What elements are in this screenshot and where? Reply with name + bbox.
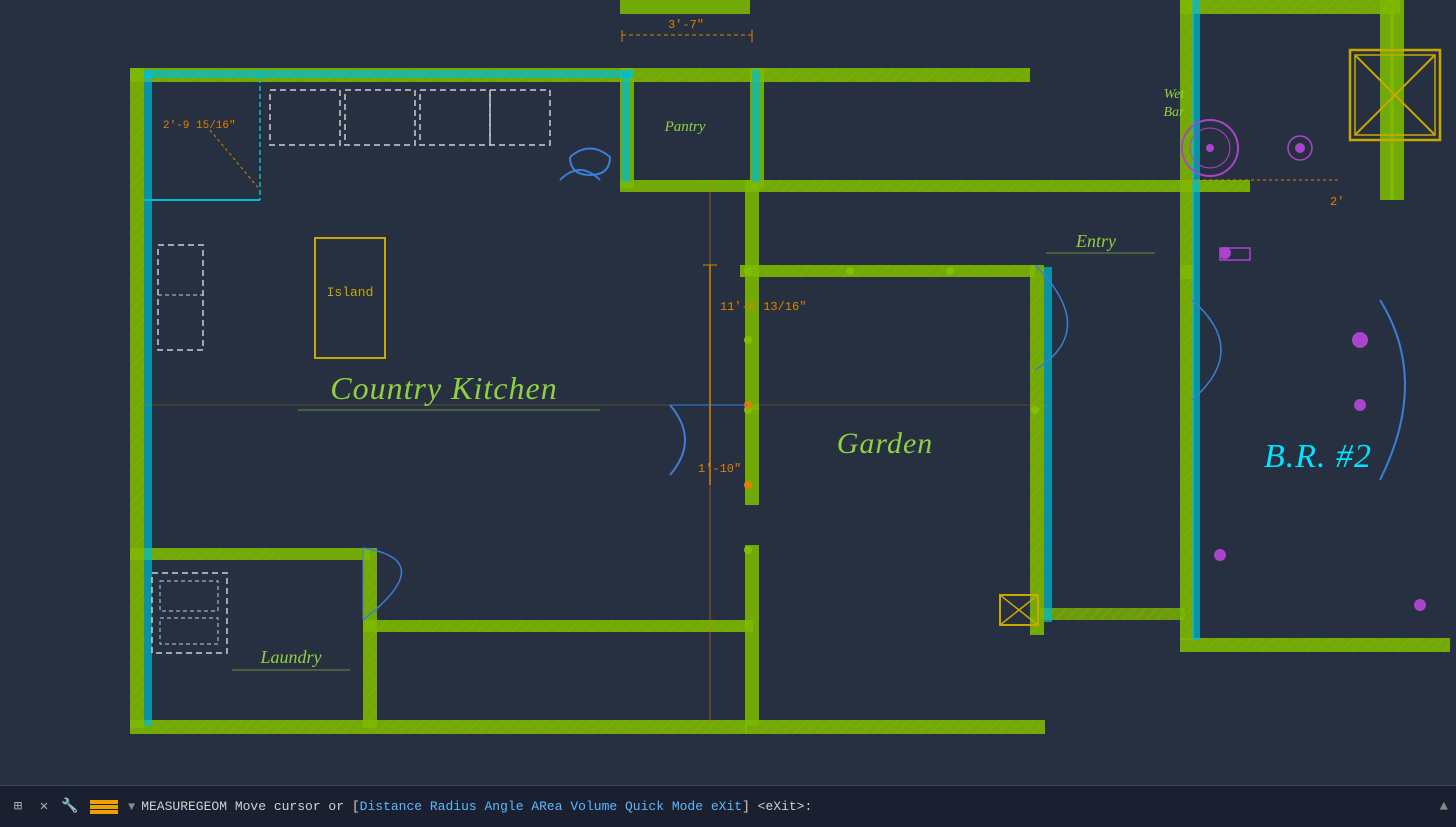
country-kitchen-label: Country Kitchen <box>330 370 557 406</box>
dimension-11-6: 11'-6 13/16" <box>720 300 806 314</box>
br2-label: B.R. #2 <box>1264 438 1372 475</box>
garden-label: Garden <box>837 427 934 460</box>
entry-label: Entry <box>1075 231 1116 251</box>
laundry-label: Laundry <box>259 647 321 667</box>
svg-text:Island: Island <box>327 285 374 300</box>
dimension-3-7: 3'-7" <box>668 18 704 32</box>
command-text: MEASUREGEOM Move cursor or [Distance Rad… <box>141 799 812 814</box>
scroll-arrow[interactable]: ▲ <box>1440 799 1448 815</box>
grid-icon[interactable]: ⊞ <box>8 797 28 817</box>
command-bar: ⊞ ✕ 🔧 ▼ MEASUREGEOM Move cursor or [Dist… <box>0 785 1456 827</box>
dimension-1-10: 1'-10" <box>698 462 741 476</box>
measure-icon <box>90 800 118 814</box>
close-icon[interactable]: ✕ <box>34 797 54 817</box>
floor-plan[interactable]: Island 3'-7" 2'-9 15/16" 11'-6 13/16" <box>0 0 1456 785</box>
wrench-icon[interactable]: 🔧 <box>60 797 80 817</box>
dimension-2ft: 2' <box>1330 195 1344 209</box>
wet-bar-label: Wet <box>1164 87 1186 102</box>
pantry-label: Pantry <box>664 119 706 135</box>
dimension-2-9: 2'-9 15/16" <box>163 120 236 132</box>
wet-bar-label2: Bar <box>1164 105 1186 120</box>
